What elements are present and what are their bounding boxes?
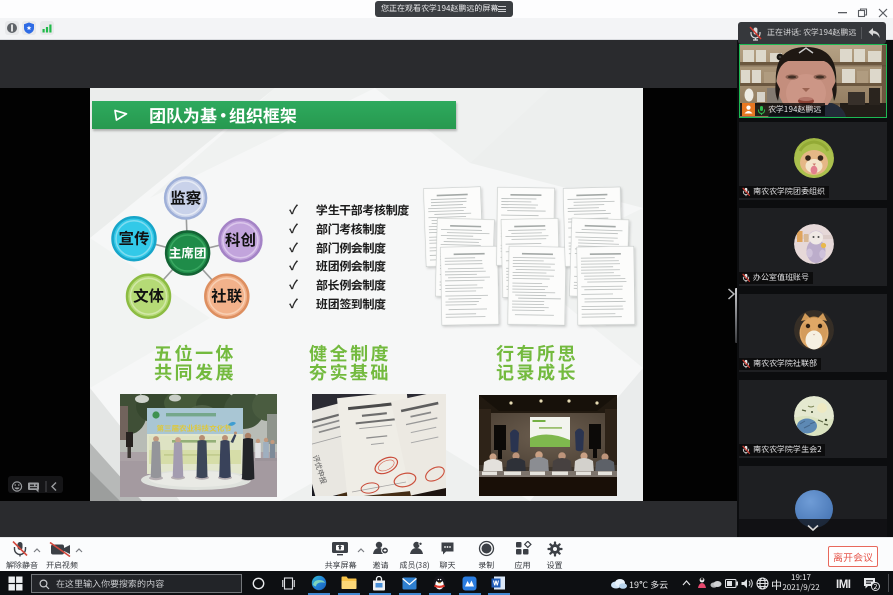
svg-text:第三届农业科技文化节: 第三届农业科技文化节 (157, 423, 232, 434)
